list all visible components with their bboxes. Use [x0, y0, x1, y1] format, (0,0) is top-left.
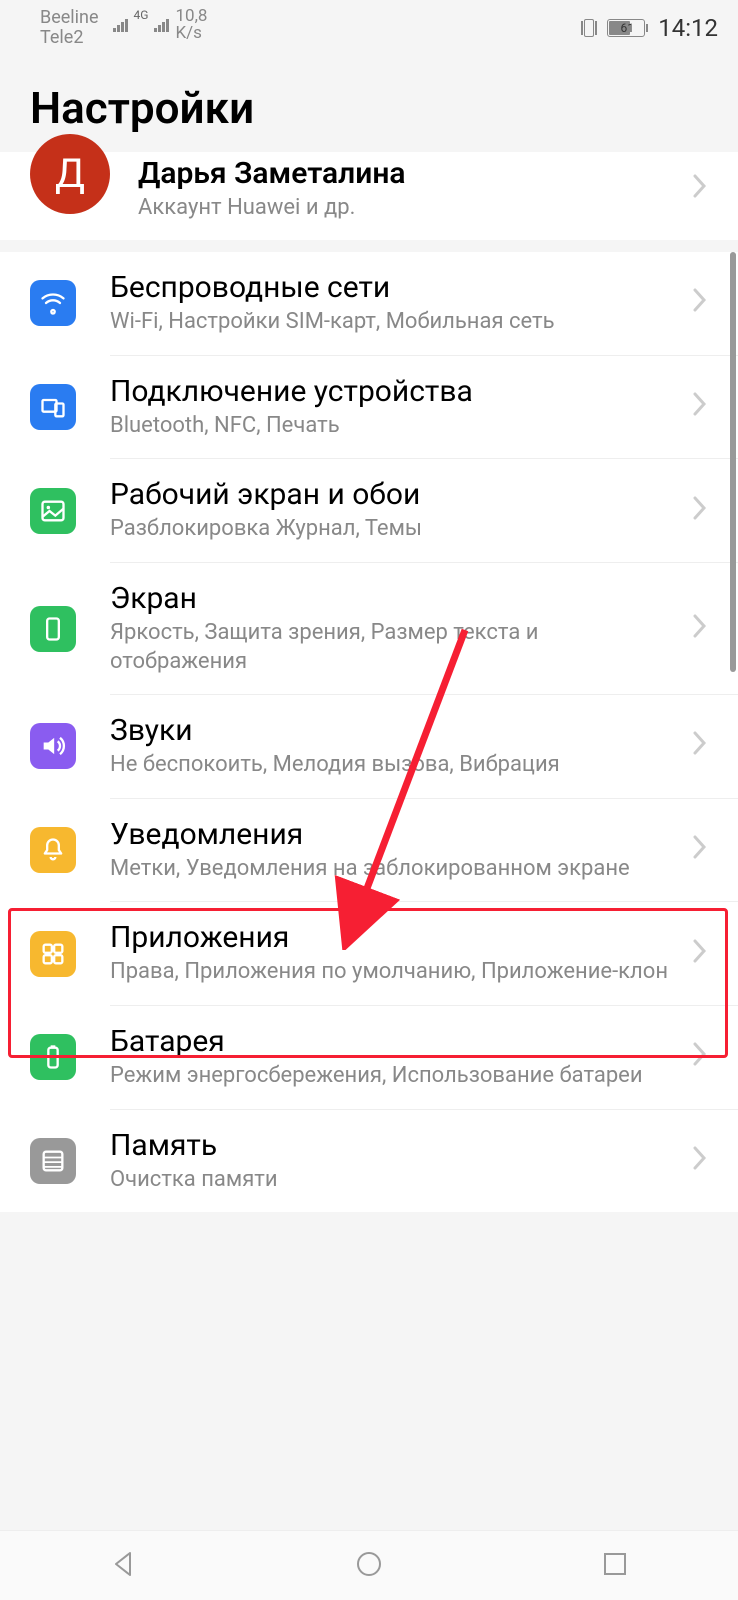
item-sub: Не беспокоить, Мелодия вызова, Вибрация [110, 751, 680, 780]
chevron-right-icon [692, 727, 708, 765]
page-title: Настройки [0, 52, 738, 152]
account-name: Дарья Заметалина [138, 156, 680, 192]
settings-item-notifications[interactable]: Уведомления Метки, Уведомления на заблок… [0, 799, 738, 902]
settings-item-battery[interactable]: Батарея Режим энергосбережения, Использо… [0, 1006, 738, 1109]
settings-item-wireless[interactable]: Беспроводные сети Wi-Fi, Настройки SIM-к… [0, 252, 738, 355]
item-sub: Очистка памяти [110, 1166, 680, 1195]
image-icon [30, 488, 76, 534]
nav-recent-button[interactable] [600, 1549, 630, 1583]
account-item[interactable]: Д Дарья Заметалина Аккаунт Huawei и др. [0, 152, 738, 241]
scroll-indicator[interactable] [730, 252, 736, 672]
chevron-right-icon [692, 1142, 708, 1180]
item-sub: Разблокировка Журнал, Темы [110, 515, 680, 544]
signal-icon-1 [113, 18, 128, 32]
storage-icon [30, 1138, 76, 1184]
item-title: Приложения [110, 920, 680, 956]
vibrate-icon [581, 19, 597, 37]
settings-item-display[interactable]: Экран Яркость, Защита зрения, Размер тек… [0, 563, 738, 694]
nav-back-button[interactable] [108, 1549, 138, 1583]
avatar: Д [30, 134, 110, 214]
chevron-right-icon [692, 831, 708, 869]
chevron-right-icon [692, 388, 708, 426]
item-title: Уведомления [110, 817, 680, 853]
chevron-right-icon [692, 284, 708, 322]
item-title: Беспроводные сети [110, 270, 680, 306]
nav-home-button[interactable] [354, 1549, 384, 1583]
status-time: 14:12 [658, 14, 718, 42]
settings-item-sounds[interactable]: Звуки Не беспокоить, Мелодия вызова, Виб… [0, 695, 738, 798]
battery-icon: 61 [607, 19, 648, 37]
bell-icon [30, 827, 76, 873]
item-sub: Метки, Уведомления на заблокированном эк… [110, 855, 680, 884]
settings-item-apps[interactable]: Приложения Права, Приложения по умолчани… [0, 902, 738, 1005]
carrier-1: Beeline [40, 8, 99, 28]
item-title: Рабочий экран и обои [110, 477, 680, 513]
sound-icon [30, 723, 76, 769]
carrier-2: Tele2 [40, 28, 99, 48]
chevron-right-icon [692, 492, 708, 530]
chevron-right-icon [692, 935, 708, 973]
item-sub: Права, Приложения по умолчанию, Приложен… [110, 958, 680, 987]
settings-item-home-screen[interactable]: Рабочий экран и обои Разблокировка Журна… [0, 459, 738, 562]
item-title: Батарея [110, 1024, 680, 1060]
item-title: Экран [110, 581, 680, 617]
item-sub: Режим энергосбережения, Использование ба… [110, 1062, 680, 1091]
signal-icon-2 [154, 18, 169, 32]
wifi-icon [30, 280, 76, 326]
account-sub: Аккаунт Huawei и др. [138, 194, 680, 223]
item-sub: Wi-Fi, Настройки SIM-карт, Мобильная сет… [110, 308, 680, 337]
settings-item-device-connection[interactable]: Подключение устройства Bluetooth, NFC, П… [0, 356, 738, 459]
settings-item-storage[interactable]: Память Очистка памяти [0, 1110, 738, 1213]
item-sub: Bluetooth, NFC, Печать [110, 412, 680, 441]
device-connection-icon [30, 384, 76, 430]
item-title: Память [110, 1128, 680, 1164]
display-icon [30, 606, 76, 652]
item-title: Звуки [110, 713, 680, 749]
item-title: Подключение устройства [110, 374, 680, 410]
navigation-bar [0, 1530, 738, 1600]
status-bar: Beeline Tele2 4G 10,8 K/s 61 [0, 0, 738, 52]
chevron-right-icon [692, 610, 708, 648]
battery-icon [30, 1034, 76, 1080]
chevron-right-icon [692, 170, 708, 208]
speed-unit: K/s [175, 25, 207, 42]
network-type: 4G [134, 8, 149, 22]
item-sub: Яркость, Защита зрения, Размер текста и … [110, 619, 680, 676]
chevron-right-icon [692, 1038, 708, 1076]
apps-icon [30, 931, 76, 977]
